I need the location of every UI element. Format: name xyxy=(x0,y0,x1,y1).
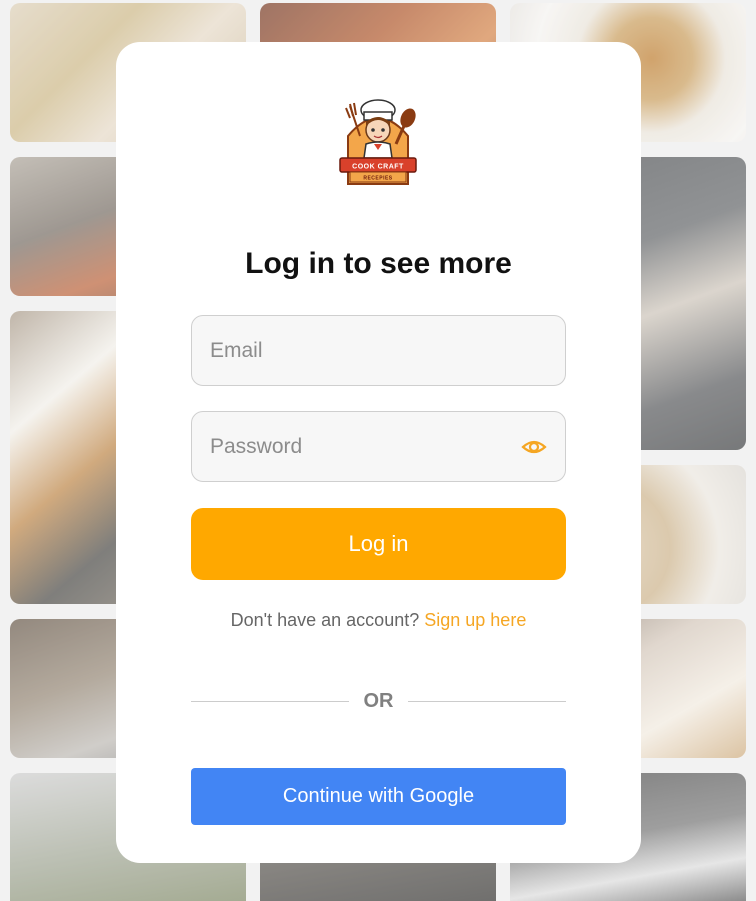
or-divider: OR xyxy=(191,690,566,714)
email-field-container xyxy=(191,315,566,386)
login-button[interactable]: Log in xyxy=(191,508,566,580)
cook-craft-logo: COOK CRAFT RECEPIES xyxy=(339,99,417,185)
divider-line xyxy=(408,701,566,702)
signup-prompt: Don't have an account? Sign up here xyxy=(116,610,641,631)
eye-icon[interactable] xyxy=(521,434,547,460)
login-modal: COOK CRAFT RECEPIES Log in to see more L… xyxy=(116,42,641,863)
signup-link[interactable]: Sign up here xyxy=(424,610,526,630)
email-input[interactable] xyxy=(192,316,565,385)
signup-prompt-text: Don't have an account? xyxy=(230,610,420,630)
page-title: Log in to see more xyxy=(245,247,512,280)
svg-text:RECEPIES: RECEPIES xyxy=(363,176,392,182)
svg-text:COOK CRAFT: COOK CRAFT xyxy=(352,164,404,171)
continue-with-google-button[interactable]: Continue with Google xyxy=(191,768,566,825)
password-field-container xyxy=(191,411,566,482)
password-input[interactable] xyxy=(192,412,565,481)
